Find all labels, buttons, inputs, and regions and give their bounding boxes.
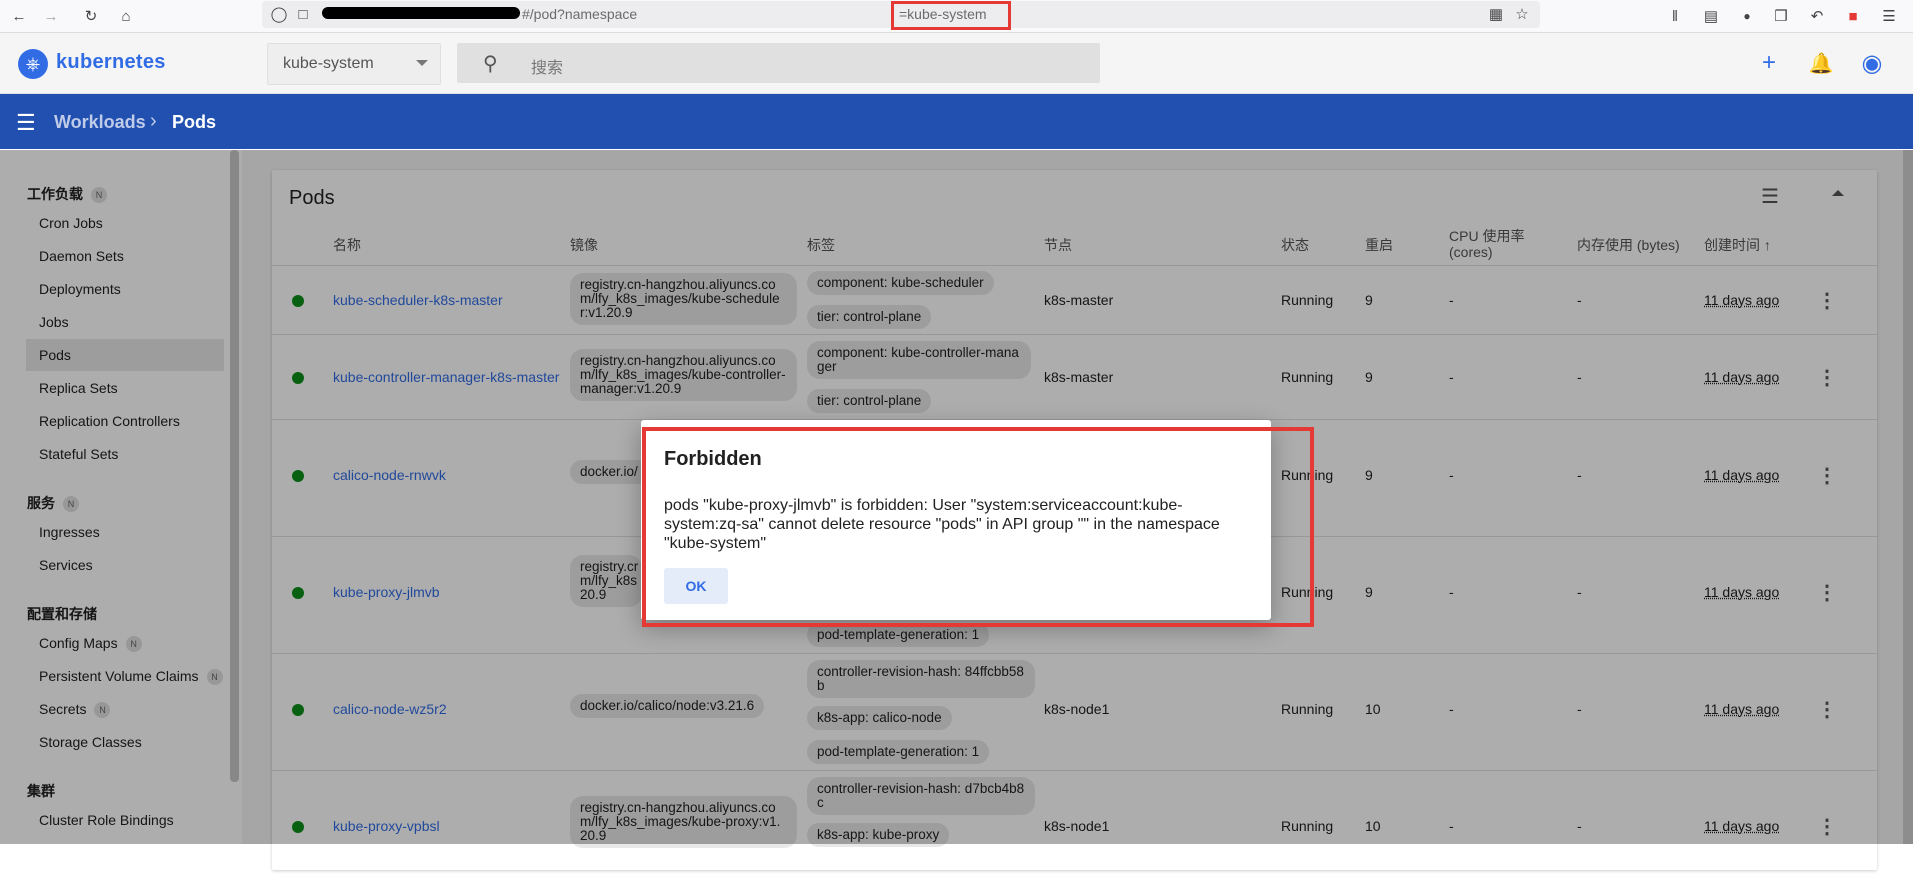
sidebar-icon[interactable]: ▤ — [1700, 5, 1722, 27]
forward-icon[interactable]: → — [40, 5, 62, 27]
search-box[interactable]: ⚲ 搜索 — [457, 43, 1100, 83]
breadcrumb-bar: ☰ Workloads › Pods — [0, 94, 1913, 149]
chevron-down-icon — [416, 60, 428, 66]
qr-icon[interactable]: ▦ — [1485, 3, 1507, 25]
dialog-highlight-box — [642, 427, 1314, 627]
url-highlight-box — [891, 1, 1011, 30]
reload-icon[interactable]: ↻ — [80, 5, 102, 27]
menu-icon[interactable]: ☰ — [16, 110, 36, 136]
plus-icon[interactable]: + — [1755, 49, 1783, 77]
breadcrumb-workloads[interactable]: Workloads — [54, 112, 146, 133]
url-redacted — [322, 7, 520, 19]
namespace-value: kube-system — [283, 55, 374, 72]
star-icon[interactable]: ☆ — [1511, 3, 1533, 25]
shield-icon: ◯ — [270, 6, 288, 23]
lock-icon: □ — [298, 5, 308, 23]
kubernetes-logo[interactable]: ⎈ — [18, 49, 48, 79]
library-icon[interactable]: ‖ — [1664, 5, 1686, 27]
home-icon[interactable]: ⌂ — [115, 5, 137, 27]
chevron-right-icon: › — [150, 110, 157, 132]
url-bar[interactable]: ◯ □ #/pod?namespace =kube-system ▦ ☆ — [262, 1, 1540, 30]
brand-name[interactable]: kubernetes — [56, 51, 166, 74]
breadcrumb-pods: Pods — [172, 112, 217, 132]
bell-icon[interactable]: 🔔 — [1807, 49, 1835, 77]
url-text: #/pod?namespace — [522, 6, 638, 22]
account-icon[interactable]: ◉ — [1858, 49, 1886, 77]
app-header: ⎈ kubernetes kube-system ⚲ 搜索 + 🔔 ◉ — [0, 33, 1913, 94]
undo-icon[interactable]: ↶ — [1806, 5, 1828, 27]
search-icon: ⚲ — [483, 53, 498, 75]
search-placeholder: 搜索 — [531, 60, 564, 77]
menu-icon[interactable]: ☰ — [1878, 5, 1900, 27]
browser-toolbar: ← → ↻ ⌂ ◯ □ #/pod?namespace =kube-system… — [0, 0, 1913, 33]
back-icon[interactable]: ← — [8, 5, 30, 27]
profile-icon[interactable]: ● — [1736, 5, 1758, 27]
extension-icon[interactable]: ■ — [1842, 5, 1864, 27]
crop-icon[interactable]: ❒ — [1770, 5, 1792, 27]
namespace-select[interactable]: kube-system — [267, 43, 441, 85]
